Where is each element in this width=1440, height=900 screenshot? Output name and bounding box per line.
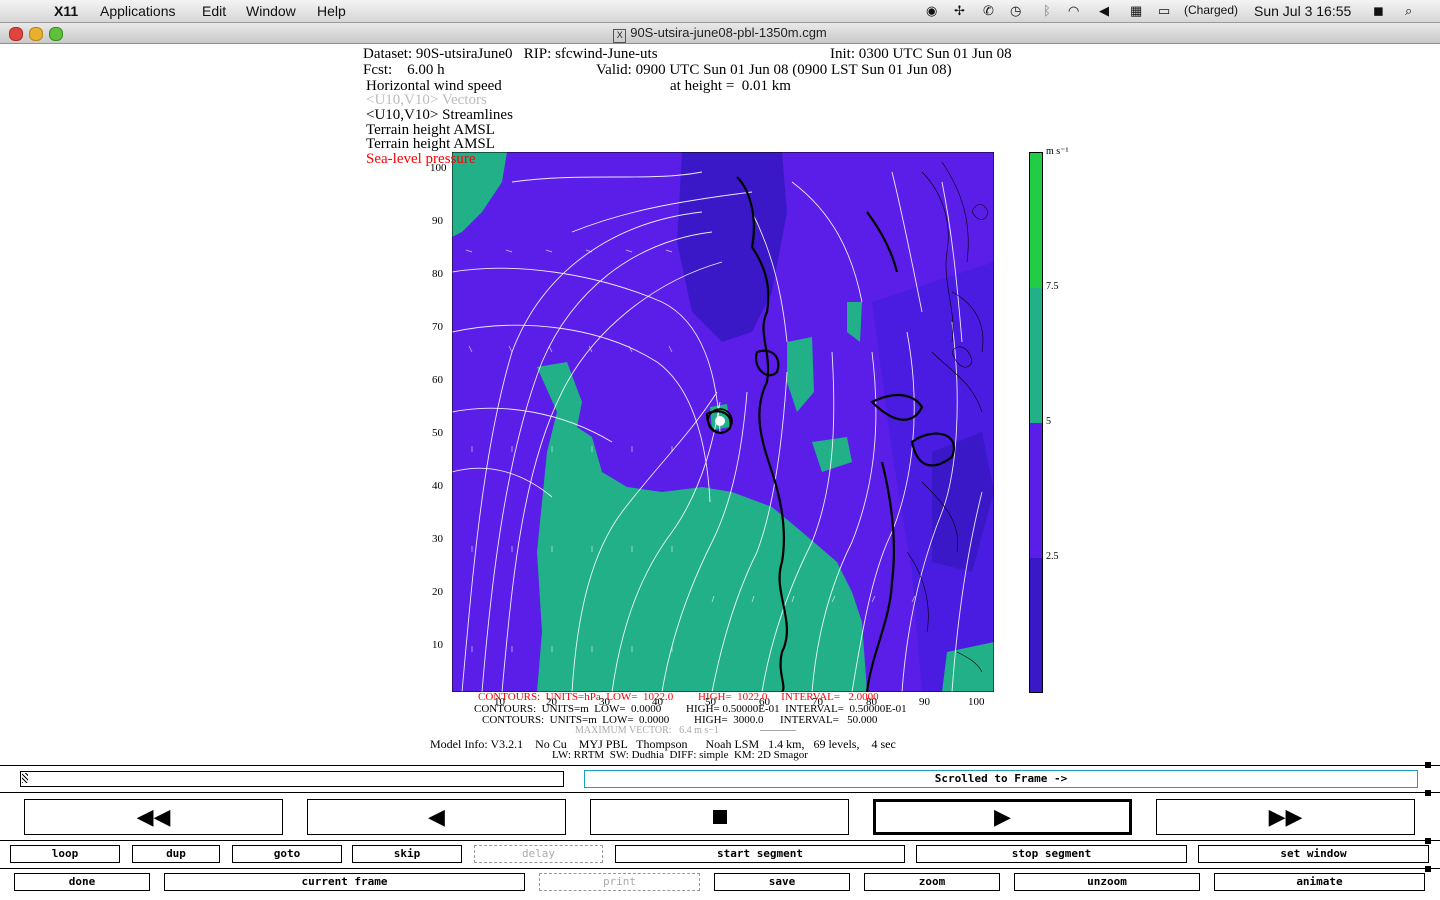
fast-forward-button[interactable]: ▶▶ (1156, 799, 1415, 835)
scrollbar-thumb[interactable] (22, 773, 28, 783)
colorbar-units: m s⁻¹ (1046, 146, 1069, 157)
y-tick-label: 40 (432, 480, 443, 492)
colorbar-segment (1030, 423, 1042, 558)
menubar: X11 Applications Edit Window Help ◉ ✢ ✆ … (0, 0, 1440, 23)
y-tick-label: 10 (432, 639, 443, 651)
fast-forward-icon: ▶▶ (1268, 804, 1303, 829)
field-sea-level-pressure: Sea-level pressure (366, 151, 476, 167)
start-segment-button[interactable]: start segment (615, 845, 905, 863)
max-vector-arrow (760, 730, 796, 731)
save-button[interactable]: save (714, 873, 850, 891)
colorbar-label: 7.5 (1046, 281, 1059, 292)
rewind-icon: ◀◀ (136, 804, 171, 829)
divider (0, 765, 1440, 766)
time-machine-icon[interactable]: ◷ (1010, 3, 1021, 19)
skip-button[interactable]: skip (352, 845, 462, 863)
window-titlebar: X 90S-utsira-june08-pbl-1350m.cgm (0, 23, 1440, 44)
window-title-container: X 90S-utsira-june08-pbl-1350m.cgm (0, 25, 1440, 43)
divider (0, 868, 1440, 869)
volume-icon[interactable]: ◀ (1099, 3, 1109, 19)
dataset-label: Dataset: 90S-utsiraJune0 RIP: sfcwind-Ju… (363, 46, 658, 62)
clock[interactable]: Sun Jul 3 16:55 (1254, 3, 1351, 19)
rewind-button[interactable]: ◀◀ (24, 799, 283, 835)
unzoom-button[interactable]: unzoom (1014, 873, 1200, 891)
x-tick-label: 100 (968, 696, 985, 708)
frame-scrollbar[interactable] (20, 771, 564, 787)
colorbar (1029, 152, 1043, 693)
wifi-icon[interactable]: ◠ (1068, 3, 1079, 19)
play-icon: ▶ (994, 804, 1011, 829)
menu-app-name[interactable]: X11 (54, 3, 78, 19)
animate-button[interactable]: animate (1214, 873, 1425, 891)
status-field: Scrolled to Frame -> (584, 770, 1418, 788)
y-tick-label: 50 (432, 427, 443, 439)
spotlight-search-icon[interactable]: ⌕ (1405, 3, 1412, 19)
contour-info-pressure: CONTOURS: UNITS=hPa LOW= 1022.0 HIGH= 10… (478, 691, 879, 703)
valid-label: Valid: 0900 UTC Sun 01 Jun 08 (0900 LST … (596, 62, 952, 78)
resize-handle[interactable] (1425, 866, 1431, 872)
model-info-physics: LW: RRTM SW: Dudhia DIFF: simple KM: 2D … (552, 749, 808, 761)
divider (0, 792, 1440, 793)
resize-handle[interactable] (1425, 838, 1431, 844)
forecast-label: Fcst: 6.00 h (363, 62, 445, 78)
bluetooth-icon[interactable]: ᛒ (1043, 3, 1051, 18)
stop-segment-button[interactable]: stop segment (916, 845, 1187, 863)
step-back-icon: ◀ (428, 804, 445, 829)
menu-help[interactable]: Help (317, 3, 346, 19)
window-title: 90S-utsira-june08-pbl-1350m.cgm (630, 25, 827, 40)
set-window-button[interactable]: set window (1198, 845, 1429, 863)
colorbar-label: 2.5 (1046, 551, 1059, 562)
max-vector-label: MAXIMUM VECTOR: 6.4 m s−1 (575, 725, 719, 736)
resize-handle[interactable] (1425, 790, 1431, 796)
goto-button[interactable]: goto (232, 845, 342, 863)
colorbar-segment (1030, 558, 1042, 692)
x-tick-label: 90 (919, 696, 930, 708)
y-tick-label: 20 (432, 586, 443, 598)
stop-icon (712, 810, 727, 824)
delay-button[interactable]: delay (474, 845, 603, 863)
network-icon[interactable]: ✢ (954, 3, 965, 19)
loop-button[interactable]: loop (10, 845, 120, 863)
wind-speed-map (452, 152, 994, 692)
y-tick-label: 90 (432, 215, 443, 227)
init-label: Init: 0300 UTC Sun 01 Jun 08 (830, 46, 1012, 62)
done-button[interactable]: done (14, 873, 150, 891)
menu-window[interactable]: Window (246, 3, 296, 19)
y-tick-label: 80 (432, 268, 443, 280)
input-menu-icon[interactable]: ▦ (1130, 3, 1142, 19)
play-button[interactable]: ▶ (873, 799, 1132, 835)
print-button[interactable]: print (539, 873, 700, 891)
colorbar-segment (1030, 288, 1042, 423)
current-frame-button[interactable]: current frame (164, 873, 525, 891)
height-label: at height = 0.01 km (670, 78, 791, 94)
zoom-button[interactable]: zoom (864, 873, 1000, 891)
document-icon: X (613, 29, 627, 43)
stop-button[interactable] (590, 799, 849, 835)
divider (0, 840, 1440, 841)
menu-edit[interactable]: Edit (202, 3, 226, 19)
status-app-icon[interactable]: ◉ (926, 3, 937, 19)
y-tick-label: 70 (432, 321, 443, 333)
resize-handle[interactable] (1425, 762, 1431, 768)
colorbar-segment (1030, 153, 1042, 288)
dup-button[interactable]: dup (132, 845, 220, 863)
battery-status: (Charged) (1184, 3, 1239, 17)
phone-icon[interactable]: ✆ (983, 3, 994, 19)
step-back-button[interactable]: ◀ (307, 799, 566, 835)
y-tick-label: 30 (432, 533, 443, 545)
battery-icon[interactable]: ▭ (1158, 3, 1170, 19)
status-text: Scrolled to Frame -> (934, 772, 1068, 785)
y-tick-label: 60 (432, 374, 443, 386)
menu-applications[interactable]: Applications (100, 3, 176, 19)
user-icon[interactable]: ◼ (1373, 3, 1384, 19)
colorbar-label: 5 (1046, 416, 1051, 427)
y-tick-label: 100 (430, 162, 447, 174)
